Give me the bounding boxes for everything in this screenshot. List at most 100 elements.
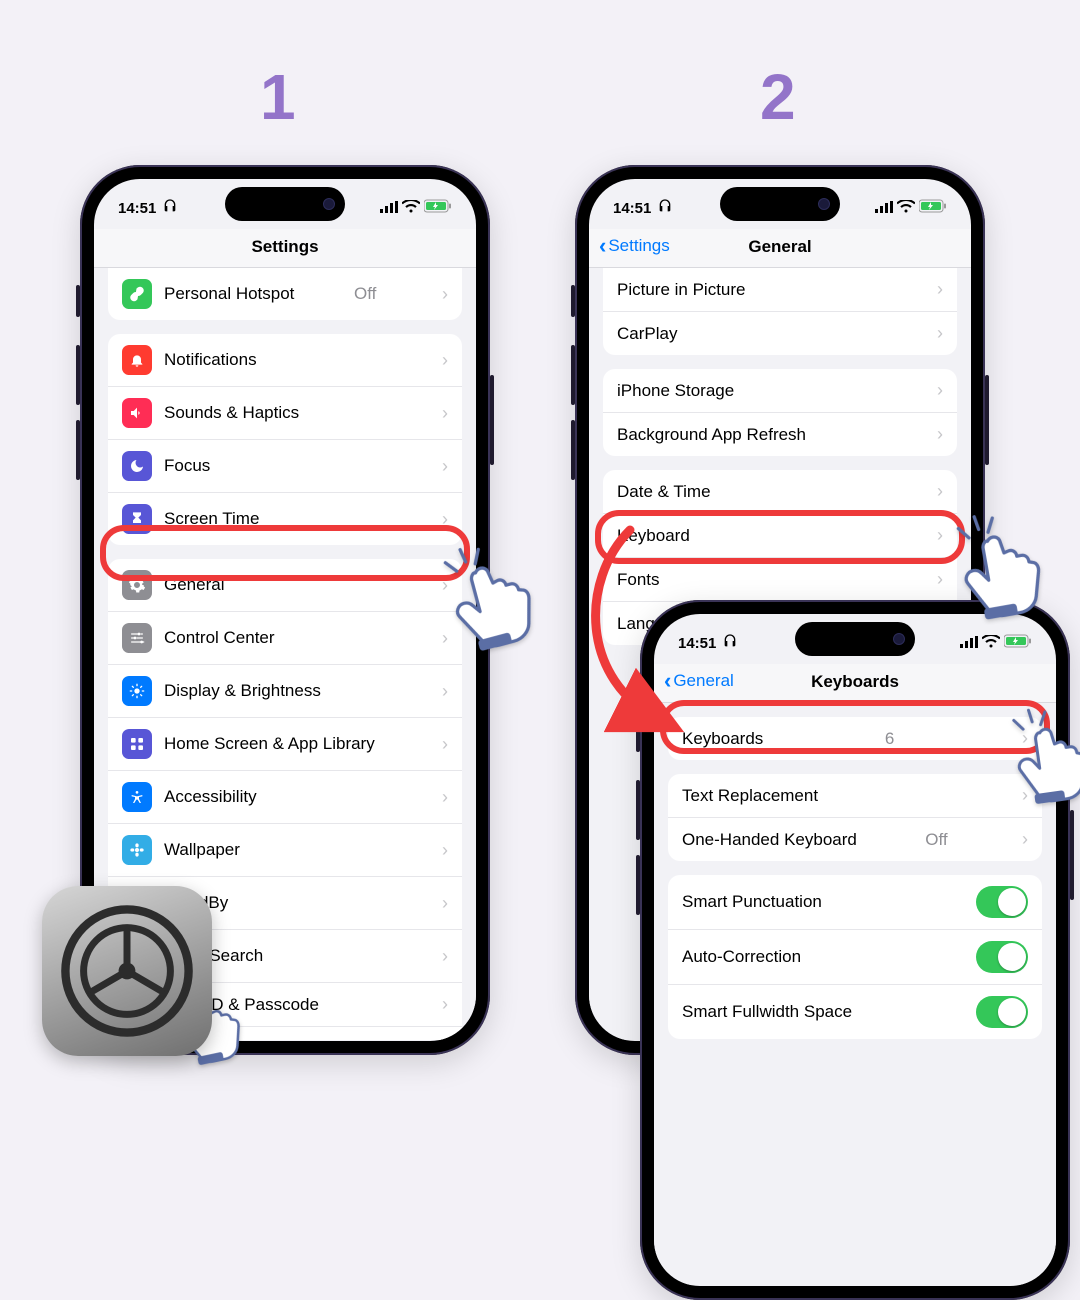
- wifi-icon: [897, 200, 915, 217]
- row-personal-hotspot[interactable]: Personal Hotspot Off ›: [108, 268, 462, 320]
- accessibility-icon: [122, 782, 152, 812]
- row-label: Background App Refresh: [617, 425, 806, 445]
- row-label: Focus: [164, 456, 210, 476]
- cell-signal-icon: [875, 200, 893, 217]
- row-display[interactable]: Display & Brightness ›: [108, 664, 462, 717]
- row-sounds[interactable]: Sounds & Haptics ›: [108, 386, 462, 439]
- settings-app-icon[interactable]: [42, 886, 212, 1056]
- row-keyboard[interactable]: Keyboard ›: [603, 513, 957, 557]
- row-datetime[interactable]: Date & Time ›: [603, 470, 957, 513]
- chevron-right-icon: ›: [937, 481, 943, 502]
- battery-icon: [919, 199, 947, 217]
- row-label: Notifications: [164, 350, 257, 370]
- row-value: Off: [925, 830, 947, 850]
- chevron-right-icon: ›: [442, 284, 448, 305]
- row-homescreen[interactable]: Home Screen & App Library ›: [108, 717, 462, 770]
- page-title: Settings: [251, 237, 318, 256]
- row-value: Off: [354, 284, 376, 304]
- sliders-icon: [122, 623, 152, 653]
- row-label: Smart Fullwidth Space: [682, 1002, 852, 1022]
- row-label: Auto-Correction: [682, 947, 801, 967]
- chevron-right-icon: ›: [442, 1038, 448, 1040]
- row-keyboards-list[interactable]: Keyboards 6 ›: [668, 717, 1042, 760]
- row-one-handed[interactable]: One-Handed Keyboard Off ›: [668, 817, 1042, 861]
- row-label: Wallpaper: [164, 840, 240, 860]
- headphones-icon: [162, 198, 178, 218]
- row-label: Control Center: [164, 628, 275, 648]
- page-title: General: [748, 237, 811, 256]
- row-label: Text Replacement: [682, 786, 818, 806]
- row-autocorrect[interactable]: Auto-Correction: [668, 929, 1042, 984]
- row-smart-punct[interactable]: Smart Punctuation: [668, 875, 1042, 929]
- row-fullwidth[interactable]: Smart Fullwidth Space: [668, 984, 1042, 1039]
- headphones-icon: [722, 633, 738, 653]
- chevron-right-icon: ›: [937, 525, 943, 546]
- row-label: Accessibility: [164, 787, 257, 807]
- battery-icon: [424, 199, 452, 217]
- row-label: Keyboard: [617, 526, 690, 546]
- chevron-right-icon: ›: [442, 787, 448, 808]
- speaker-icon: [122, 398, 152, 428]
- grid-icon: [122, 729, 152, 759]
- chevron-right-icon: ›: [442, 840, 448, 861]
- wifi-icon: [982, 635, 1000, 652]
- row-fonts[interactable]: Fonts ›: [603, 557, 957, 601]
- row-text-replacement[interactable]: Text Replacement ›: [668, 774, 1042, 817]
- chevron-right-icon: ›: [442, 734, 448, 755]
- toggle-on[interactable]: [976, 941, 1028, 973]
- row-wallpaper[interactable]: Wallpaper ›: [108, 823, 462, 876]
- row-label: Fonts: [617, 570, 660, 590]
- row-focus[interactable]: Focus ›: [108, 439, 462, 492]
- status-time: 14:51: [678, 635, 716, 652]
- row-label: Picture in Picture: [617, 280, 746, 300]
- toggle-on[interactable]: [976, 886, 1028, 918]
- row-notifications[interactable]: Notifications ›: [108, 334, 462, 386]
- chevron-right-icon: ›: [442, 681, 448, 702]
- row-storage[interactable]: iPhone Storage ›: [603, 369, 957, 412]
- bell-icon: [122, 345, 152, 375]
- row-bg-refresh[interactable]: Background App Refresh ›: [603, 412, 957, 456]
- cell-signal-icon: [960, 635, 978, 652]
- battery-icon: [1004, 634, 1032, 652]
- chevron-right-icon: ›: [442, 509, 448, 530]
- page-title: Keyboards: [811, 672, 899, 691]
- phone-3: 14:51 ‹ General Keyboards Keyboards 6 ›: [640, 600, 1070, 1300]
- chevron-right-icon: ›: [442, 456, 448, 477]
- row-general[interactable]: General ›: [108, 559, 462, 611]
- row-label: One-Handed Keyboard: [682, 830, 857, 850]
- row-label: iPhone Storage: [617, 381, 734, 401]
- row-label: Home Screen & App Library: [164, 734, 375, 754]
- wifi-icon: [402, 200, 420, 217]
- chevron-right-icon: ›: [442, 946, 448, 967]
- headphones-icon: [657, 198, 673, 218]
- row-label: Smart Punctuation: [682, 892, 822, 912]
- row-value: 6: [885, 729, 894, 749]
- navbar-general: ‹ Settings General: [589, 229, 971, 268]
- toggle-on[interactable]: [976, 996, 1028, 1028]
- back-button[interactable]: ‹ Settings: [599, 235, 670, 257]
- chevron-right-icon: ›: [937, 424, 943, 445]
- row-carplay[interactable]: CarPlay ›: [603, 311, 957, 355]
- chevron-left-icon: ‹: [664, 670, 671, 692]
- row-accessibility[interactable]: Accessibility ›: [108, 770, 462, 823]
- dynamic-island: [720, 187, 840, 221]
- row-label: Date & Time: [617, 482, 711, 502]
- row-label: Display & Brightness: [164, 681, 321, 701]
- navbar-keyboards: ‹ General Keyboards: [654, 664, 1056, 703]
- row-label: CarPlay: [617, 324, 677, 344]
- chevron-right-icon: ›: [442, 403, 448, 424]
- back-button[interactable]: ‹ General: [664, 670, 734, 692]
- chevron-right-icon: ›: [937, 569, 943, 590]
- row-label: General: [164, 575, 224, 595]
- chevron-right-icon: ›: [937, 380, 943, 401]
- step-1-label: 1: [260, 60, 296, 134]
- row-control-center[interactable]: Control Center ›: [108, 611, 462, 664]
- dynamic-island: [225, 187, 345, 221]
- chevron-right-icon: ›: [442, 994, 448, 1015]
- row-screentime[interactable]: Screen Time ›: [108, 492, 462, 545]
- row-pip[interactable]: Picture in Picture ›: [603, 268, 957, 311]
- gear-icon: [122, 570, 152, 600]
- chevron-left-icon: ‹: [599, 235, 606, 257]
- chevron-right-icon: ›: [1022, 785, 1028, 806]
- chevron-right-icon: ›: [442, 893, 448, 914]
